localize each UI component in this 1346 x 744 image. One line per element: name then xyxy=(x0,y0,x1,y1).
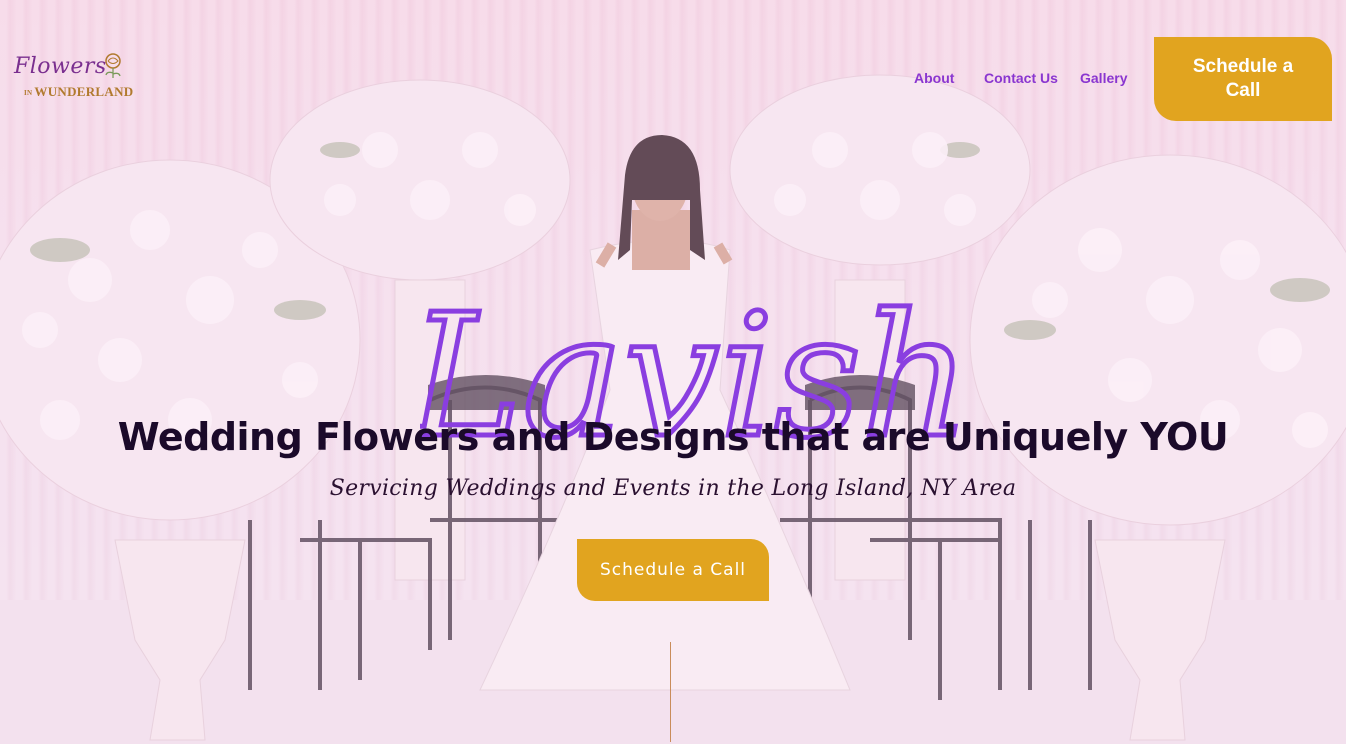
header-schedule-call-button[interactable]: Schedule a Call xyxy=(1154,37,1332,121)
hero-subheadline: Servicing Weddings and Events in the Lon… xyxy=(329,476,1017,501)
logo-script-text: Flowers xyxy=(14,54,107,79)
hero-headline: Wedding Flowers and Designs that are Uni… xyxy=(117,415,1229,459)
scroll-divider-line xyxy=(670,642,671,742)
hero-schedule-call-button[interactable]: Schedule a Call xyxy=(577,539,769,601)
logo-wunderland-text: WUNDERLAND xyxy=(34,84,134,99)
nav-link-gallery[interactable]: Gallery xyxy=(1080,70,1127,86)
logo-subtitle: IN WUNDERLAND xyxy=(24,84,133,100)
header-cta-label: Schedule a Call xyxy=(1192,56,1294,101)
nav-link-about[interactable]: About xyxy=(914,70,954,86)
logo-in-text: IN xyxy=(24,89,33,98)
brand-logo[interactable]: Flowers IN WUNDERLAND xyxy=(12,52,133,110)
nav-link-contact[interactable]: Contact Us xyxy=(984,70,1058,86)
rose-icon xyxy=(105,53,121,78)
